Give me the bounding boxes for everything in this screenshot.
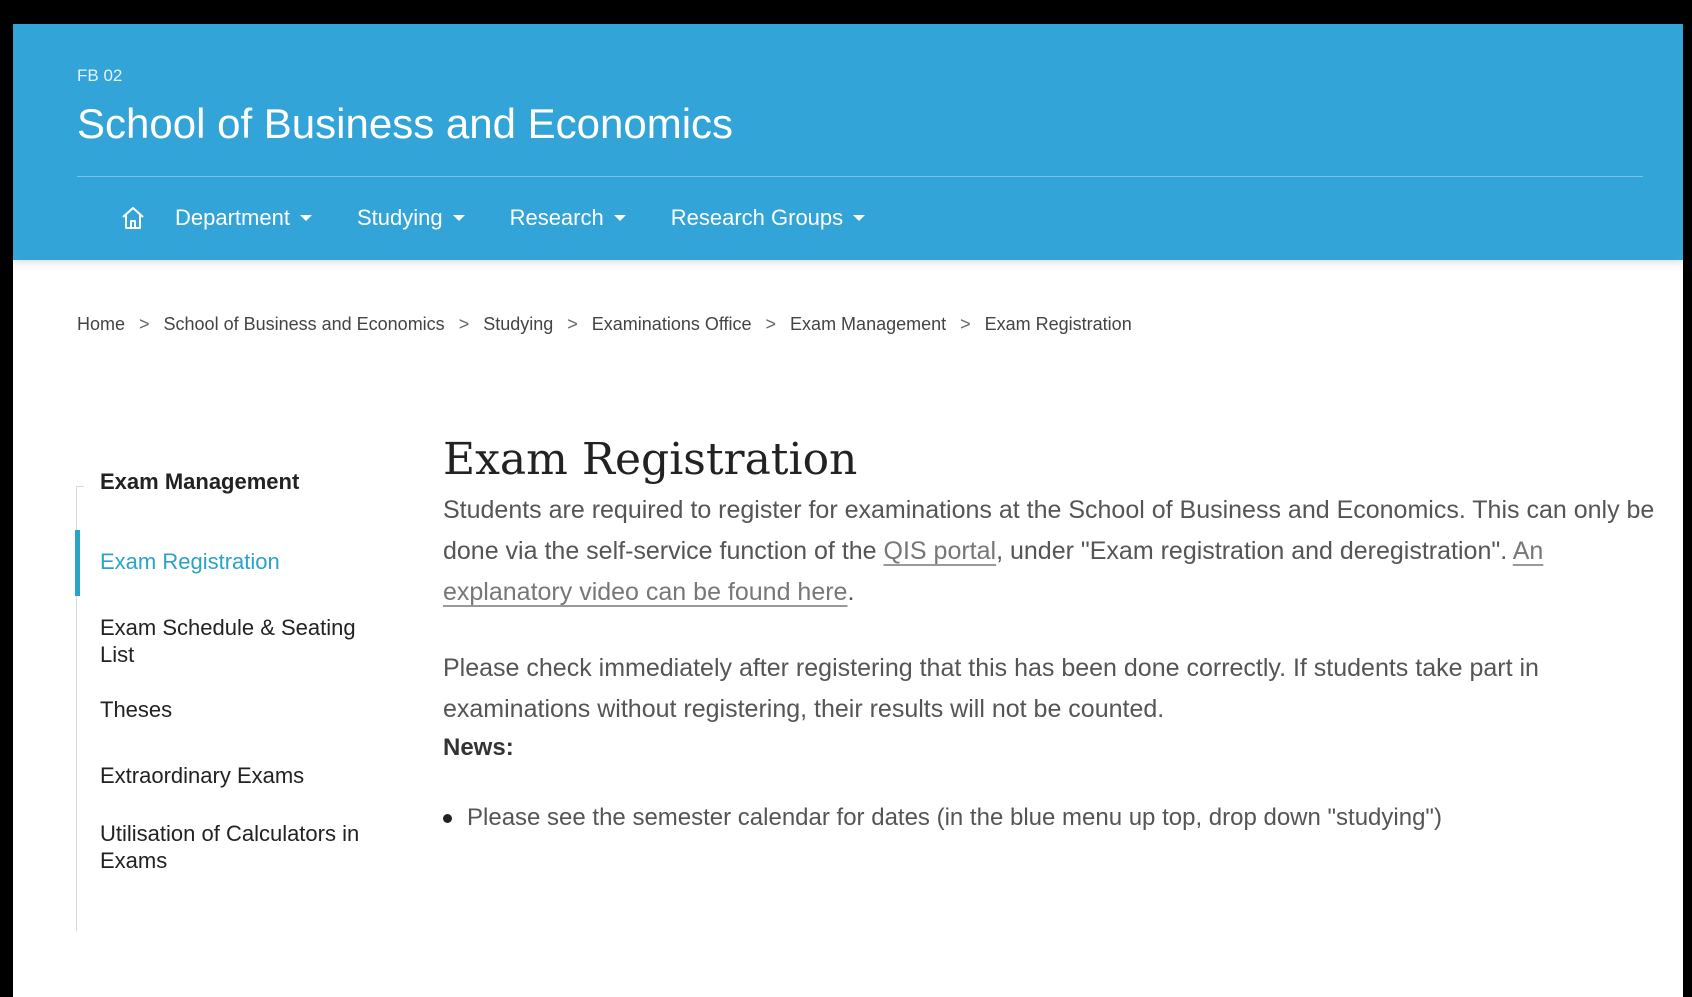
- main-content: Exam Registration Students are required …: [443, 434, 1673, 831]
- sidebar-item-extraordinary-exams[interactable]: Extraordinary Exams: [100, 762, 370, 789]
- nav-research-groups[interactable]: Research Groups: [670, 205, 866, 231]
- breadcrumb-separator: >: [765, 314, 777, 334]
- breadcrumb-separator: >: [139, 314, 150, 334]
- breadcrumb-current: Exam Registration: [984, 314, 1132, 334]
- breadcrumb-separator: >: [458, 314, 470, 334]
- nav-studying-label: Studying: [356, 205, 443, 230]
- header-divider: [77, 176, 1643, 177]
- caret-down-icon: [613, 215, 626, 221]
- browser-viewport: FB 02 School of Business and Economics D…: [13, 24, 1683, 997]
- sidebar-item-exam-registration[interactable]: Exam Registration: [100, 548, 370, 575]
- page-title: Exam Registration: [443, 434, 858, 485]
- nav-research-groups-label: Research Groups: [670, 205, 844, 230]
- sidebar-rule-tick: [76, 486, 84, 487]
- intro-text-end: .: [847, 578, 855, 606]
- nav-department-label: Department: [175, 205, 290, 230]
- intro-paragraph: Students are required to register for ex…: [443, 490, 1673, 613]
- check-paragraph: Please check immediately after registeri…: [443, 654, 1539, 723]
- breadcrumb-separator: >: [567, 314, 578, 334]
- nav-research-label: Research: [509, 205, 604, 230]
- main-nav: Department Studying Research Research Gr…: [77, 192, 910, 244]
- nav-department[interactable]: Department: [175, 205, 312, 231]
- news-list-item: Please see the semester calendar for dat…: [443, 804, 1442, 832]
- breadcrumb-examinations-office[interactable]: Examinations Office: [592, 314, 752, 335]
- breadcrumb-exam-management[interactable]: Exam Management: [790, 314, 946, 335]
- breadcrumb-separator: >: [960, 314, 971, 334]
- qis-portal-link[interactable]: QIS portal: [884, 537, 997, 565]
- news-heading: News:: [443, 734, 514, 761]
- site-header: FB 02 School of Business and Economics D…: [13, 24, 1683, 260]
- sidebar-heading[interactable]: Exam Management: [100, 469, 299, 495]
- sidebar-item-calculators[interactable]: Utilisation of Calculators in Exams: [100, 820, 370, 874]
- sidebar-item-theses[interactable]: Theses: [100, 696, 370, 723]
- bullet-icon: [443, 813, 452, 823]
- home-icon: [122, 207, 144, 229]
- nav-home-link[interactable]: [105, 192, 161, 244]
- intro-text-middle: , under "Exam registration and deregistr…: [996, 537, 1513, 565]
- breadcrumb: Home > School of Business and Economics …: [77, 314, 1132, 335]
- sidebar-nav: Exam Management Exam Registration Exam S…: [75, 469, 376, 931]
- breadcrumb-studying[interactable]: Studying: [483, 314, 553, 335]
- caret-down-icon: [853, 215, 866, 221]
- breadcrumb-school[interactable]: School of Business and Economics: [164, 314, 445, 335]
- caret-down-icon: [452, 215, 465, 221]
- nav-studying[interactable]: Studying: [357, 205, 465, 231]
- breadcrumb-home[interactable]: Home: [77, 314, 125, 335]
- sidebar-item-exam-schedule[interactable]: Exam Schedule & Seating List: [100, 614, 370, 668]
- site-title[interactable]: School of Business and Economics: [77, 100, 733, 148]
- faculty-code: FB 02: [77, 66, 123, 85]
- news-item-text: Please see the semester calendar for dat…: [467, 804, 1442, 831]
- caret-down-icon: [299, 215, 312, 221]
- nav-research[interactable]: Research: [510, 205, 626, 231]
- active-indicator: [75, 530, 80, 596]
